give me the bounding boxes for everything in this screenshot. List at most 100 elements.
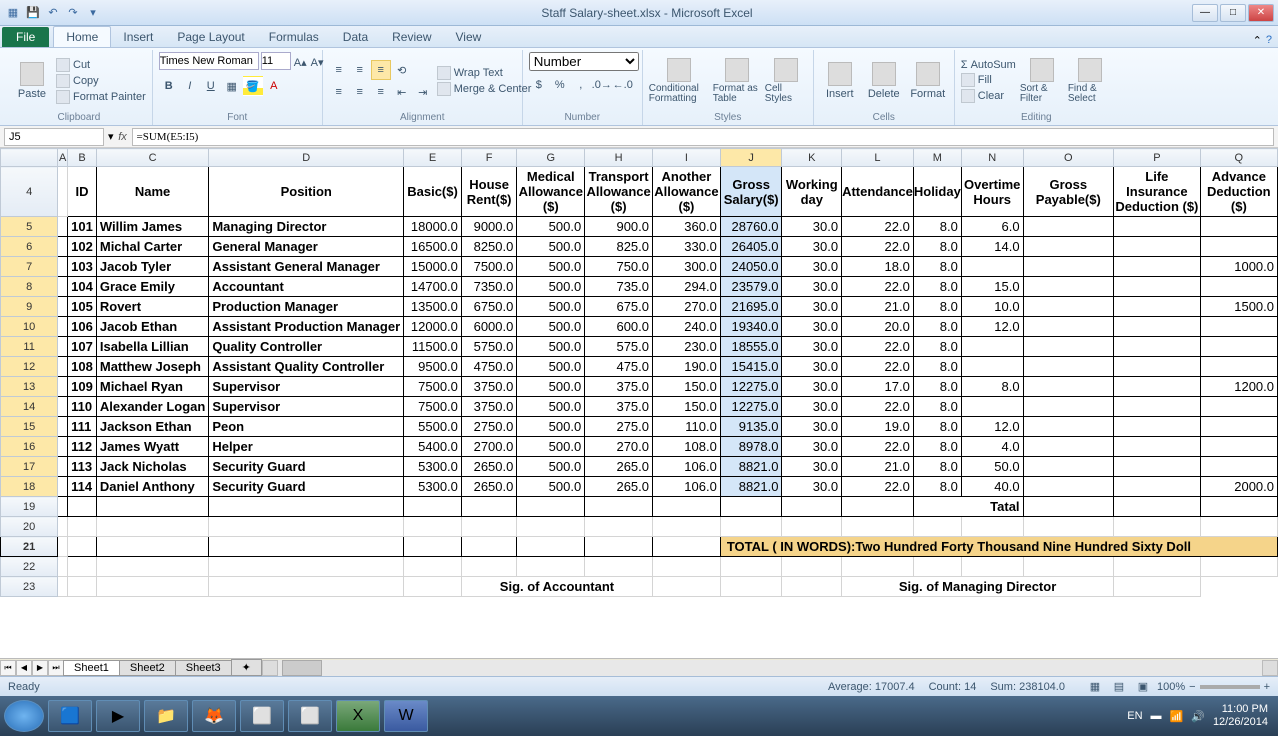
redo-icon[interactable]: ↷ [64,4,82,22]
row-header-11[interactable]: 11 [1,337,58,357]
name-box[interactable]: J5 [4,128,104,146]
col-header-K[interactable]: K [782,149,842,167]
autosum-button[interactable]: ΣAutoSum [961,59,1016,71]
align-middle-icon[interactable]: ≡ [350,60,370,80]
conditional-formatting-button[interactable]: Conditional Formatting [649,52,709,110]
cut-button[interactable]: Cut [56,58,146,72]
view-break-icon[interactable]: ▣ [1133,677,1153,697]
tray-flag-icon[interactable]: ▬ [1151,710,1162,722]
row-header-13[interactable]: 13 [1,377,58,397]
fill-color-button[interactable]: 🪣 [243,76,263,96]
indent-dec-icon[interactable]: ⇤ [392,82,412,102]
font-color-button[interactable]: A [264,76,284,96]
row-header-15[interactable]: 15 [1,417,58,437]
tab-insert[interactable]: Insert [111,27,165,47]
border-button[interactable]: ▦ [222,76,242,96]
view-layout-icon[interactable]: ▤ [1109,677,1129,697]
align-top-icon[interactable]: ≡ [329,60,349,80]
row-header-7[interactable]: 7 [1,257,58,277]
start-button[interactable] [4,700,44,732]
find-select-button[interactable]: Find & Select [1068,52,1112,110]
new-sheet-icon[interactable]: ✦ [231,659,262,676]
col-header-E[interactable]: E [404,149,462,167]
fill-button[interactable]: Fill [961,73,1016,87]
help-icon[interactable]: ? [1266,34,1272,47]
undo-icon[interactable]: ↶ [44,4,62,22]
cell-styles-button[interactable]: Cell Styles [765,52,807,110]
word-taskbar-icon[interactable]: W [384,700,428,732]
col-header-Q[interactable]: Q [1200,149,1277,167]
row-header-22[interactable]: 22 [1,557,58,577]
tab-review[interactable]: Review [380,27,443,47]
horizontal-scrollbar[interactable] [262,660,1278,676]
maximize-button[interactable]: □ [1220,4,1246,22]
col-header-C[interactable]: C [96,149,208,167]
zoom-in-icon[interactable]: + [1264,681,1270,693]
decimal-inc-icon[interactable]: .0→ [592,75,612,95]
scroll-right-icon[interactable] [1262,660,1278,676]
app2-icon[interactable]: ⬜ [288,700,332,732]
percent-icon[interactable]: % [550,75,570,95]
col-header-B[interactable]: B [68,149,97,167]
row-header-17[interactable]: 17 [1,457,58,477]
col-header-H[interactable]: H [585,149,653,167]
comma-icon[interactable]: , [571,75,591,95]
excel-taskbar-icon[interactable]: X [336,700,380,732]
row-header-16[interactable]: 16 [1,437,58,457]
tab-home[interactable]: Home [53,26,111,47]
scroll-left-icon[interactable] [262,660,278,676]
paste-button[interactable]: Paste [12,52,52,110]
row-header-14[interactable]: 14 [1,397,58,417]
app-icon[interactable]: ⬜ [240,700,284,732]
next-sheet-icon[interactable]: ▶ [32,660,48,676]
italic-button[interactable]: I [180,76,200,96]
explorer-icon[interactable]: 📁 [144,700,188,732]
sort-filter-button[interactable]: Sort & Filter [1020,52,1064,110]
row-header-6[interactable]: 6 [1,237,58,257]
worksheet-grid[interactable]: ABCDEFGHIJKLMNOPQ4IDNamePositionBasic($)… [0,148,1278,658]
align-right-icon[interactable]: ≡ [371,82,391,102]
font-name-select[interactable] [159,52,259,70]
zoom-slider[interactable] [1200,685,1260,689]
indent-inc-icon[interactable]: ⇥ [413,82,433,102]
last-sheet-icon[interactable]: ⏭ [48,660,64,676]
col-header-P[interactable]: P [1114,149,1201,167]
tab-view[interactable]: View [444,27,494,47]
col-header-L[interactable]: L [842,149,914,167]
orientation-icon[interactable]: ⟲ [392,60,412,80]
col-header-M[interactable]: M [913,149,961,167]
row-header-21[interactable]: 21 [1,537,58,557]
align-center-icon[interactable]: ≡ [350,82,370,102]
col-header-F[interactable]: F [461,149,516,167]
copy-button[interactable]: Copy [56,74,146,88]
col-header-A[interactable]: A [58,149,68,167]
row-header-19[interactable]: 19 [1,497,58,517]
wrap-text-button[interactable]: Wrap Text [437,66,532,80]
view-normal-icon[interactable]: ▦ [1085,677,1105,697]
row-header-10[interactable]: 10 [1,317,58,337]
save-icon[interactable]: 💾 [24,4,42,22]
zoom-out-icon[interactable]: − [1189,681,1195,693]
tab-formulas[interactable]: Formulas [257,27,331,47]
media-player-icon[interactable]: ▶ [96,700,140,732]
number-format-select[interactable]: Number [529,52,639,71]
delete-cells-button[interactable]: Delete [864,52,904,110]
tray-clock[interactable]: 11:00 PM 12/26/2014 [1213,703,1274,729]
currency-icon[interactable]: $ [529,75,549,95]
row-header-9[interactable]: 9 [1,297,58,317]
underline-button[interactable]: U [201,76,221,96]
prev-sheet-icon[interactable]: ◀ [16,660,32,676]
sheet-tab-2[interactable]: Sheet2 [119,660,176,676]
clear-button[interactable]: Clear [961,89,1016,103]
minimize-ribbon-icon[interactable]: ⌃ [1253,34,1262,47]
sheet-tab-1[interactable]: Sheet1 [63,660,120,676]
tray-lang[interactable]: EN [1127,710,1142,722]
row-header-4[interactable]: 4 [1,167,58,217]
close-button[interactable]: ✕ [1248,4,1274,22]
bold-button[interactable]: B [159,76,179,96]
row-header-18[interactable]: 18 [1,477,58,497]
first-sheet-icon[interactable]: ⏮ [0,660,16,676]
col-header-D[interactable]: D [209,149,404,167]
row-header-12[interactable]: 12 [1,357,58,377]
font-size-select[interactable] [261,52,291,70]
